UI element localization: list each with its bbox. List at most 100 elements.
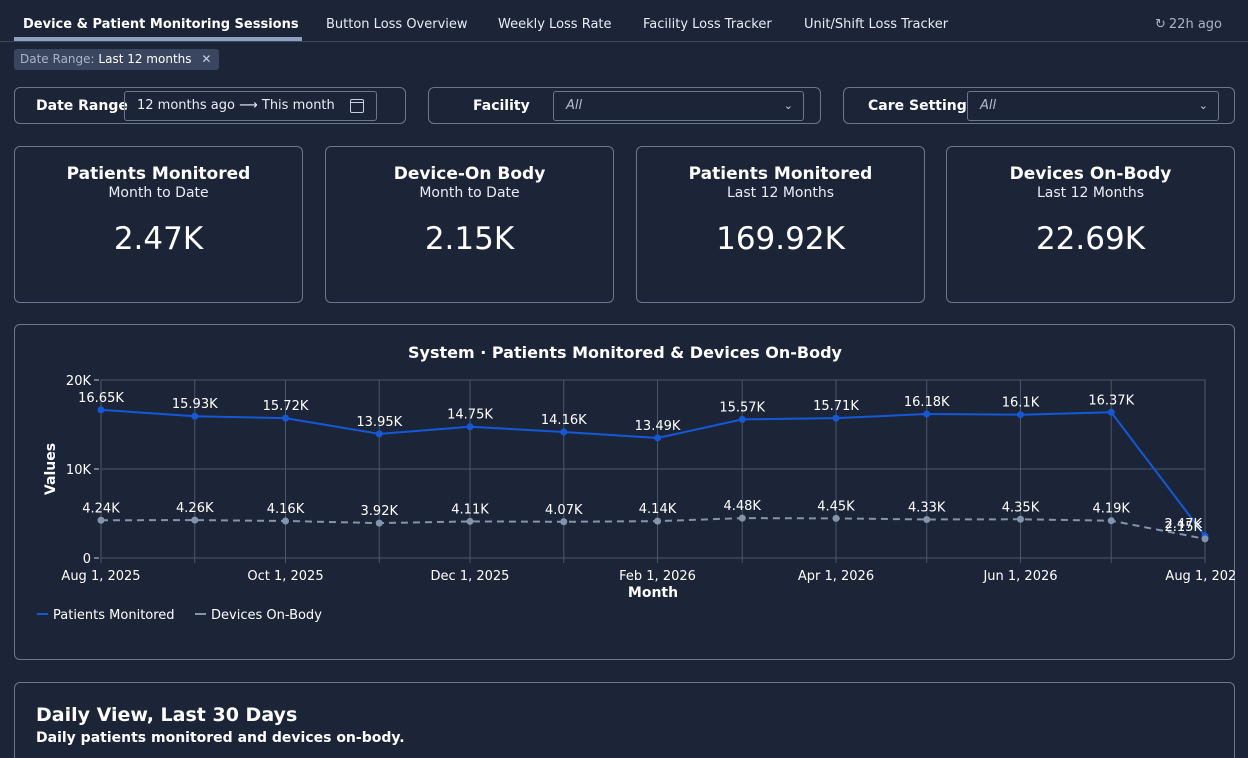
data-label: 4.14K xyxy=(639,502,677,517)
data-label: 4.33K xyxy=(908,500,946,515)
kpi-value: 2.15K xyxy=(424,221,515,257)
kpi-card-patients-mtd: Patients Monitored Month to Date 2.47K xyxy=(14,146,303,303)
date-range-input[interactable]: 12 months ago ⟶ This month xyxy=(124,91,377,121)
tab-button-loss-overview[interactable]: Button Loss Overview xyxy=(326,17,468,32)
x-tick-label: Oct 1, 2025 xyxy=(247,569,323,584)
data-label: 14.16K xyxy=(541,413,587,428)
data-label: 15.71K xyxy=(813,399,859,414)
care-setting-select[interactable]: All ⌄ xyxy=(967,91,1219,121)
kpi-subtitle: Month to Date xyxy=(108,185,209,201)
refresh-icon[interactable]: ↻ xyxy=(1155,17,1166,32)
data-point xyxy=(1016,515,1024,523)
data-point xyxy=(1107,408,1115,416)
x-tick-label: Feb 1, 2026 xyxy=(619,569,696,584)
data-label: 13.49K xyxy=(635,419,681,434)
data-label: 15.57K xyxy=(719,400,765,415)
x-tick-label: Jun 1, 2026 xyxy=(982,569,1057,584)
data-label: 3.92K xyxy=(361,504,399,519)
arrow-right-icon: ⟶ xyxy=(239,98,258,113)
data-label: 16.1K xyxy=(1002,396,1040,411)
facility-value: All xyxy=(566,98,583,113)
data-point xyxy=(282,517,290,525)
kpi-subtitle: Last 12 Months xyxy=(726,185,835,201)
date-range-chip: Date Range: Last 12 months ✕ xyxy=(14,49,220,70)
tab-unit-shift-loss-tracker[interactable]: Unit/Shift Loss Tracker xyxy=(804,17,948,32)
data-point xyxy=(923,515,931,523)
data-point xyxy=(1201,535,1209,543)
y-tick-label: 20K xyxy=(66,374,92,389)
facility-select[interactable]: All ⌄ xyxy=(553,91,804,121)
refresh-status[interactable]: ↻ 22h ago xyxy=(1155,17,1222,32)
system-chart-card: System · Patients Monitored & Devices On… xyxy=(14,324,1236,660)
data-point xyxy=(375,430,383,438)
daily-view-subtitle: Daily patients monitored and devices on-… xyxy=(36,730,405,746)
data-point xyxy=(832,514,840,522)
chevron-down-icon[interactable]: ⌄ xyxy=(1199,92,1208,120)
data-point xyxy=(191,412,199,420)
x-tick-label: Aug 1, 2025 xyxy=(61,569,140,584)
data-label: 4.26K xyxy=(176,501,214,516)
data-point xyxy=(923,410,931,418)
data-point xyxy=(738,514,746,522)
data-label: 16.65K xyxy=(78,391,124,406)
daily-view-title: Daily View, Last 30 Days xyxy=(36,704,298,726)
chevron-down-icon[interactable]: ⌄ xyxy=(784,92,793,120)
tab-bar: Device & Patient Monitoring Sessions But… xyxy=(0,0,1248,42)
data-point xyxy=(97,406,105,414)
facility-label: Facility xyxy=(473,98,530,114)
data-label: 2.15K xyxy=(1165,520,1203,535)
tab-facility-loss-tracker[interactable]: Facility Loss Tracker xyxy=(643,17,772,32)
kpi-card-devices-mtd: Device-On Body Month to Date 2.15K xyxy=(325,146,614,303)
data-label: 16.37K xyxy=(1088,393,1134,408)
chip-label: Date Range: xyxy=(20,52,95,66)
kpi-card-patients-12m: Patients Monitored Last 12 Months 169.92… xyxy=(636,146,925,303)
kpi-title: Devices On-Body xyxy=(1009,164,1172,184)
series-line-devices-on-body xyxy=(100,517,1206,540)
facility-filter: Facility All ⌄ xyxy=(428,87,821,124)
y-axis-title: Values xyxy=(43,443,59,495)
kpi-value: 2.47K xyxy=(113,221,204,257)
legend-label-devices: Devices On-Body xyxy=(211,608,322,623)
data-label: 4.48K xyxy=(723,499,761,514)
data-point xyxy=(560,518,568,526)
close-icon[interactable]: ✕ xyxy=(201,52,211,66)
data-point xyxy=(191,516,199,524)
data-point xyxy=(282,414,290,422)
data-point xyxy=(97,516,105,524)
data-point xyxy=(466,423,474,431)
data-label: 4.24K xyxy=(82,501,120,516)
calendar-icon[interactable] xyxy=(350,99,364,113)
date-range-from: 12 months ago xyxy=(137,98,235,113)
date-range-filter: Date Range 12 months ago ⟶ This month xyxy=(14,87,406,124)
data-label: 15.72K xyxy=(263,399,309,414)
data-point xyxy=(654,517,662,525)
tab-weekly-loss-rate[interactable]: Weekly Loss Rate xyxy=(498,17,612,32)
care-setting-value: All xyxy=(980,98,997,113)
care-setting-filter: Care Setting All ⌄ xyxy=(843,87,1235,124)
chart-title: System · Patients Monitored & Devices On… xyxy=(408,343,843,362)
date-range-label: Date Range xyxy=(36,98,128,114)
chip-value: Last 12 months xyxy=(98,52,192,66)
data-label: 13.95K xyxy=(356,415,402,430)
kpi-card-devices-12m: Devices On-Body Last 12 Months 22.69K xyxy=(946,146,1235,303)
data-point xyxy=(654,434,662,442)
data-point xyxy=(466,517,474,525)
kpi-title: Patients Monitored xyxy=(66,164,251,184)
active-tab-indicator xyxy=(14,37,302,41)
kpi-value: 169.92K xyxy=(716,221,845,257)
data-label: 15.93K xyxy=(172,397,218,412)
data-label: 16.18K xyxy=(904,395,950,410)
kpi-subtitle: Month to Date xyxy=(419,185,520,201)
kpi-title: Patients Monitored xyxy=(688,164,873,184)
kpi-subtitle: Last 12 Months xyxy=(1036,185,1145,201)
data-label: 4.35K xyxy=(1002,500,1040,515)
care-setting-label: Care Setting xyxy=(868,98,967,114)
data-label: 4.45K xyxy=(817,499,855,514)
data-point xyxy=(738,415,746,423)
data-label: 4.11K xyxy=(451,502,489,517)
tab-device-patient-monitoring[interactable]: Device & Patient Monitoring Sessions xyxy=(23,17,299,32)
data-point xyxy=(560,428,568,436)
data-label: 4.16K xyxy=(267,502,305,517)
x-tick-label: Aug 1, 2026 xyxy=(1165,569,1236,584)
data-point xyxy=(1016,411,1024,419)
